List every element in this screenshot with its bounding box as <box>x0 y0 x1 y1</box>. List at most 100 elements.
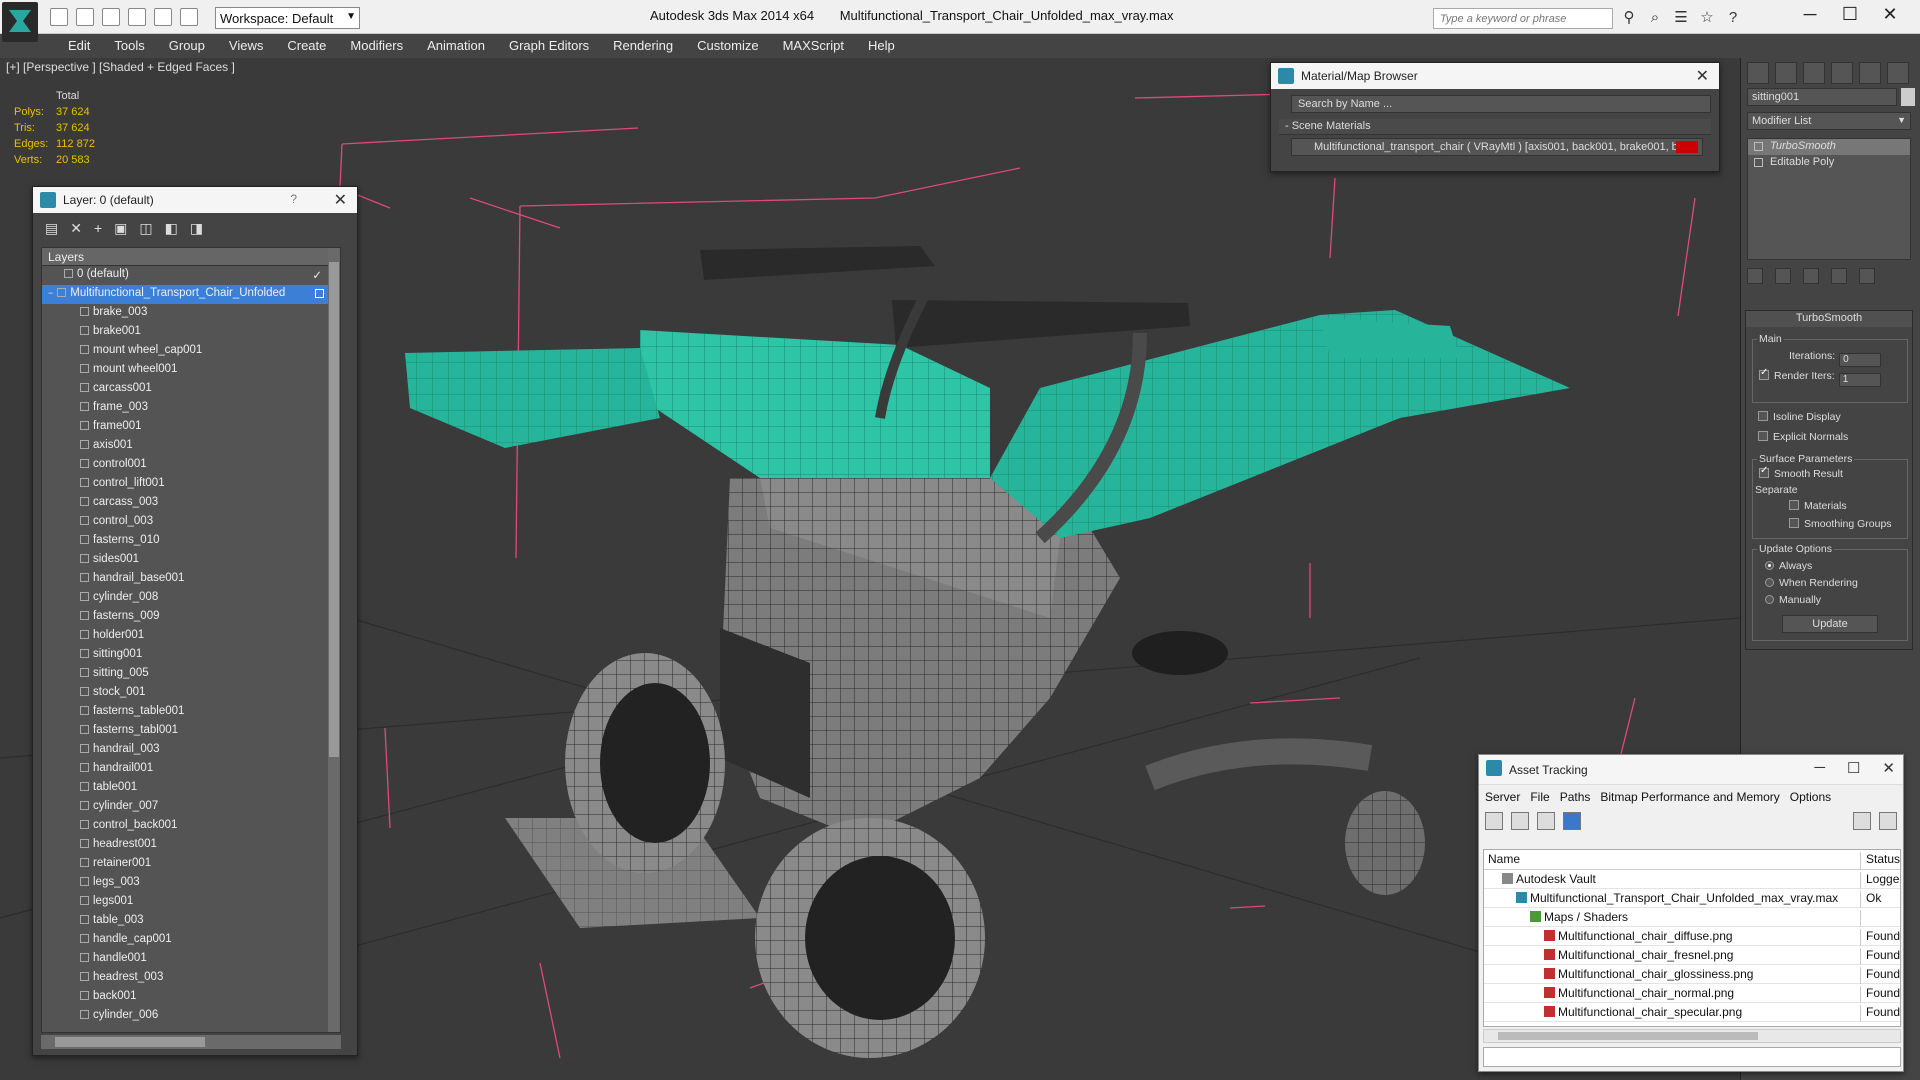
show-end-result-icon[interactable] <box>1775 268 1791 284</box>
undo-icon[interactable] <box>128 8 146 26</box>
layer-object-item[interactable]: carcass001 <box>42 380 340 399</box>
asset-row[interactable]: Multifunctional_Transport_Chair_Unfolded… <box>1484 889 1900 908</box>
remove-modifier-icon[interactable] <box>1831 268 1847 284</box>
layer-object-item[interactable]: fasterns_tabl001 <box>42 722 340 741</box>
layers-column-header[interactable]: Layers <box>42 248 340 266</box>
asset-row[interactable]: Multifunctional_chair_specular.png Found <box>1484 1003 1900 1022</box>
materials-checkbox[interactable] <box>1789 500 1799 510</box>
close-icon[interactable]: ✕ <box>334 190 347 210</box>
isoline-checkbox[interactable] <box>1758 411 1768 421</box>
add-to-layer-icon[interactable]: + <box>94 220 102 236</box>
always-radio[interactable] <box>1765 561 1774 570</box>
asset-menu-server[interactable]: Server <box>1485 790 1520 804</box>
layer-object-item[interactable]: back001 <box>42 988 340 1007</box>
render-iters-checkbox[interactable] <box>1759 367 1769 380</box>
layer-object-item[interactable]: mount wheel001 <box>42 361 340 380</box>
help-icon[interactable]: ? <box>1724 9 1742 27</box>
layer-object-item[interactable]: control_003 <box>42 513 340 532</box>
layer-object-item[interactable]: retainer001 <box>42 855 340 874</box>
keyword-search-input[interactable]: Type a keyword or phrase <box>1433 8 1613 29</box>
layer-object-item[interactable]: legs001 <box>42 893 340 912</box>
layer-object-item[interactable]: brake001 <box>42 323 340 342</box>
menu-edit[interactable]: Edit <box>56 34 102 58</box>
utilities-tab-icon[interactable] <box>1887 62 1909 84</box>
menu-animation[interactable]: Animation <box>415 34 497 58</box>
context-help-icon[interactable] <box>1879 812 1897 830</box>
lightbulb-icon[interactable] <box>1754 142 1763 151</box>
asset-path-field[interactable] <box>1483 1047 1901 1067</box>
open-file-icon[interactable] <box>76 8 94 26</box>
layer-object-item[interactable]: handrail_003 <box>42 741 340 760</box>
pin-stack-icon[interactable] <box>1747 268 1763 284</box>
close-button[interactable]: ✕ <box>1882 759 1895 777</box>
layer-object-item[interactable]: frame001 <box>42 418 340 437</box>
layer-object-item[interactable]: mount wheel_cap001 <box>42 342 340 361</box>
scene-materials-header[interactable]: - Scene Materials <box>1279 119 1711 135</box>
stack-item-turbosmooth[interactable]: TurboSmooth <box>1748 139 1910 155</box>
layer-object-item[interactable]: sitting001 <box>42 646 340 665</box>
help-icon[interactable] <box>1853 812 1871 830</box>
asset-tracking-titlebar[interactable]: Asset Tracking ─ ☐ ✕ <box>1479 755 1903 785</box>
status-column-header[interactable]: Status <box>1860 852 1900 869</box>
collapse-icon[interactable]: − <box>48 288 53 298</box>
layer-object-item[interactable]: sides001 <box>42 551 340 570</box>
layer-object-item[interactable]: handrail001 <box>42 760 340 779</box>
search-icon[interactable]: ⌕ <box>1646 9 1664 27</box>
vertical-scrollbar[interactable] <box>328 248 340 1032</box>
table-view-icon[interactable] <box>1563 812 1581 830</box>
menu-views[interactable]: Views <box>217 34 275 58</box>
asset-row[interactable]: Maps / Shaders <box>1484 908 1900 927</box>
asset-menu-paths[interactable]: Paths <box>1560 790 1591 804</box>
menu-group[interactable]: Group <box>157 34 217 58</box>
layer-default[interactable]: 0 (default) ✓ <box>42 266 340 285</box>
refresh-icon[interactable] <box>1485 812 1503 830</box>
asset-menu-options[interactable]: Options <box>1790 790 1831 804</box>
horizontal-scrollbar[interactable] <box>41 1035 341 1049</box>
name-column-header[interactable]: Name <box>1484 852 1856 866</box>
asset-menu-bitmap[interactable]: Bitmap Performance and Memory <box>1600 790 1779 804</box>
layer-object-item[interactable]: brake_003 <box>42 304 340 323</box>
object-color-swatch[interactable] <box>1901 88 1915 106</box>
layer-object-item[interactable]: legs_003 <box>42 874 340 893</box>
layer-panel-titlebar[interactable]: Layer: 0 (default) ? ✕ <box>33 187 357 213</box>
layer-object-item[interactable]: cylinder_006 <box>42 1007 340 1026</box>
create-layer-icon[interactable]: ▤ <box>45 220 58 236</box>
layer-object-item[interactable]: handle001 <box>42 950 340 969</box>
menu-create[interactable]: Create <box>275 34 338 58</box>
layer-object-item[interactable]: table_003 <box>42 912 340 931</box>
layer-selected[interactable]: − Multifunctional_Transport_Chair_Unfolde… <box>42 285 340 304</box>
layer-object-item[interactable]: carcass_003 <box>42 494 340 513</box>
expand-icon[interactable] <box>1754 158 1763 167</box>
layer-object-item[interactable]: fasterns_009 <box>42 608 340 627</box>
layer-object-item[interactable]: cylinder_008 <box>42 589 340 608</box>
layer-object-item[interactable]: control_lift001 <box>42 475 340 494</box>
material-browser-titlebar[interactable]: Material/Map Browser ✕ <box>1271 63 1719 89</box>
update-button[interactable]: Update <box>1782 615 1878 633</box>
layer-object-item[interactable]: table001 <box>42 779 340 798</box>
layer-object-item[interactable]: headrest001 <box>42 836 340 855</box>
asset-row[interactable]: Multifunctional_chair_fresnel.png Found <box>1484 946 1900 965</box>
scroll-thumb[interactable] <box>55 1037 205 1047</box>
smoothing-groups-checkbox[interactable] <box>1789 518 1799 528</box>
layer-object-item[interactable]: handle_cap001 <box>42 931 340 950</box>
when-rendering-radio[interactable] <box>1765 578 1774 587</box>
layer-object-item[interactable]: frame_003 <box>42 399 340 418</box>
project-folder-icon[interactable] <box>180 8 198 26</box>
asset-row[interactable]: Autodesk Vault Logged <box>1484 870 1900 889</box>
layer-object-item[interactable]: fasterns_010 <box>42 532 340 551</box>
active-check-icon[interactable]: ✓ <box>312 268 322 282</box>
menu-help[interactable]: Help <box>856 34 907 58</box>
save-file-icon[interactable] <box>102 8 120 26</box>
menu-tools[interactable]: Tools <box>102 34 156 58</box>
scroll-thumb[interactable] <box>1498 1032 1758 1040</box>
help-button[interactable]: ? <box>290 192 297 206</box>
create-tab-icon[interactable] <box>1747 62 1769 84</box>
layer-object-item[interactable]: handrail_base001 <box>42 570 340 589</box>
binoculars-icon[interactable]: ⚲ <box>1620 9 1638 27</box>
object-name-field[interactable]: sitting001 <box>1747 88 1897 106</box>
favorites-star-icon[interactable]: ☆ <box>1698 9 1716 27</box>
configure-sets-icon[interactable] <box>1859 268 1875 284</box>
menu-graph-editors[interactable]: Graph Editors <box>497 34 601 58</box>
select-objects-icon[interactable]: ▣ <box>114 220 127 236</box>
menu-rendering[interactable]: Rendering <box>601 34 685 58</box>
